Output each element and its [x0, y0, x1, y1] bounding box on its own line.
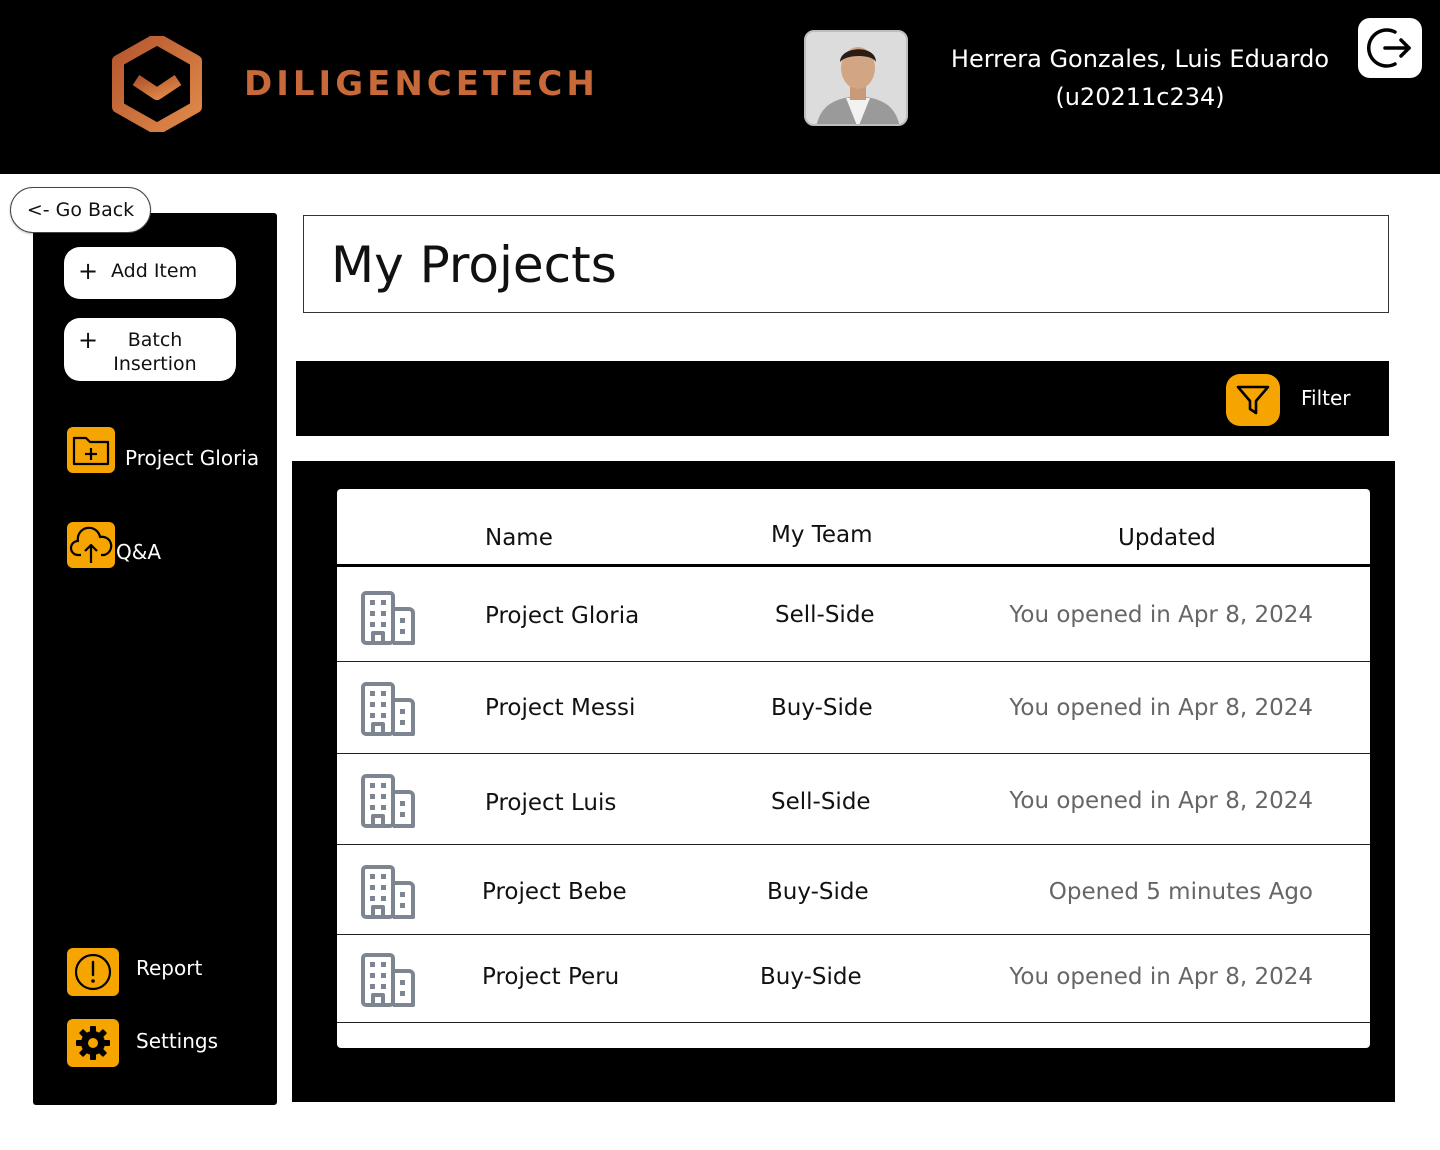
- project-name[interactable]: Project Messi: [485, 695, 635, 721]
- user-name: Herrera Gonzales, Luis Eduardo: [950, 45, 1330, 73]
- projects-table: Name My Team Updated Project Gloria Sell…: [337, 489, 1370, 1048]
- project-updated: You opened in Apr 8, 2024: [1009, 964, 1313, 990]
- projects-panel: Name My Team Updated Project Gloria Sell…: [292, 461, 1395, 1102]
- building-icon: [361, 682, 415, 736]
- plus-icon: +: [78, 326, 99, 354]
- filter-bar: Filter: [296, 361, 1389, 436]
- avatar[interactable]: [804, 30, 908, 126]
- logout-icon: [1367, 28, 1411, 68]
- project-updated: You opened in Apr 8, 2024: [1009, 695, 1313, 721]
- brand-name: DILIGENCETECH: [244, 64, 599, 104]
- building-icon: [361, 953, 415, 1007]
- project-team: Buy-Side: [760, 964, 862, 990]
- project-updated: You opened in Apr 8, 2024: [1009, 602, 1313, 628]
- table-header: Name My Team Updated: [337, 489, 1370, 567]
- filter-button[interactable]: [1226, 374, 1280, 426]
- project-updated: Opened 5 minutes Ago: [1048, 879, 1313, 905]
- filter-icon: [1236, 385, 1270, 415]
- project-name[interactable]: Project Luis: [485, 790, 616, 816]
- folder-add-icon[interactable]: [67, 427, 115, 473]
- column-header-updated[interactable]: Updated: [1118, 525, 1216, 551]
- batch-insertion-button[interactable]: + Batch Insertion: [64, 318, 236, 381]
- project-updated: You opened in Apr 8, 2024: [1009, 788, 1313, 814]
- sidebar-item-settings[interactable]: Settings: [136, 1029, 218, 1053]
- add-item-label: Add Item: [111, 260, 198, 282]
- sidebar-item-project-gloria[interactable]: Project Gloria: [125, 446, 259, 470]
- table-row[interactable]: Project Bebe Buy-Side Opened 5 minutes A…: [337, 845, 1370, 935]
- batch-label-line1: Batch: [127, 329, 183, 351]
- sidebar-item-report[interactable]: Report: [136, 956, 202, 980]
- page-title-box: My Projects: [303, 215, 1389, 313]
- project-team: Sell-Side: [771, 789, 871, 815]
- project-name[interactable]: Project Bebe: [482, 879, 627, 905]
- logout-button[interactable]: [1358, 18, 1422, 78]
- project-team: Sell-Side: [775, 602, 875, 628]
- column-header-name[interactable]: Name: [485, 525, 553, 551]
- table-row[interactable]: Project Messi Buy-Side You opened in Apr…: [337, 662, 1370, 754]
- gear-icon[interactable]: [67, 1019, 119, 1067]
- batch-insertion-label: Batch Insertion: [100, 328, 210, 376]
- plus-icon: +: [78, 257, 99, 285]
- table-row[interactable]: Project Gloria Sell-Side You opened in A…: [337, 570, 1370, 662]
- batch-label-line2: Insertion: [113, 353, 197, 375]
- user-info: Herrera Gonzales, Luis Eduardo (u20211c2…: [930, 40, 1350, 116]
- project-name[interactable]: Project Gloria: [485, 603, 639, 629]
- user-code: (u20211c234): [1055, 83, 1225, 111]
- filter-label[interactable]: Filter: [1301, 386, 1351, 410]
- sidebar-item-qa[interactable]: Q&A: [116, 540, 161, 564]
- building-icon: [361, 774, 415, 828]
- cloud-upload-icon[interactable]: [67, 522, 115, 568]
- column-header-team[interactable]: My Team: [771, 522, 873, 548]
- table-row[interactable]: Project Peru Buy-Side You opened in Apr …: [337, 935, 1370, 1023]
- alert-circle-icon[interactable]: [67, 948, 119, 996]
- sidebar: + Add Item + Batch Insertion Project Glo…: [33, 213, 277, 1105]
- top-header: DILIGENCETECH Herrera Gonzales, Luis Edu…: [0, 0, 1440, 174]
- project-team: Buy-Side: [771, 695, 873, 721]
- diligencetech-logo-icon: [112, 36, 202, 132]
- go-back-button[interactable]: <- Go Back: [10, 187, 151, 233]
- project-name[interactable]: Project Peru: [482, 964, 619, 990]
- project-team: Buy-Side: [767, 879, 869, 905]
- page-title: My Projects: [331, 236, 617, 294]
- avatar-photo-icon: [806, 32, 906, 124]
- add-item-button[interactable]: + Add Item: [64, 247, 236, 299]
- building-icon: [361, 591, 415, 645]
- building-icon: [361, 865, 415, 919]
- table-row[interactable]: Project Luis Sell-Side You opened in Apr…: [337, 754, 1370, 845]
